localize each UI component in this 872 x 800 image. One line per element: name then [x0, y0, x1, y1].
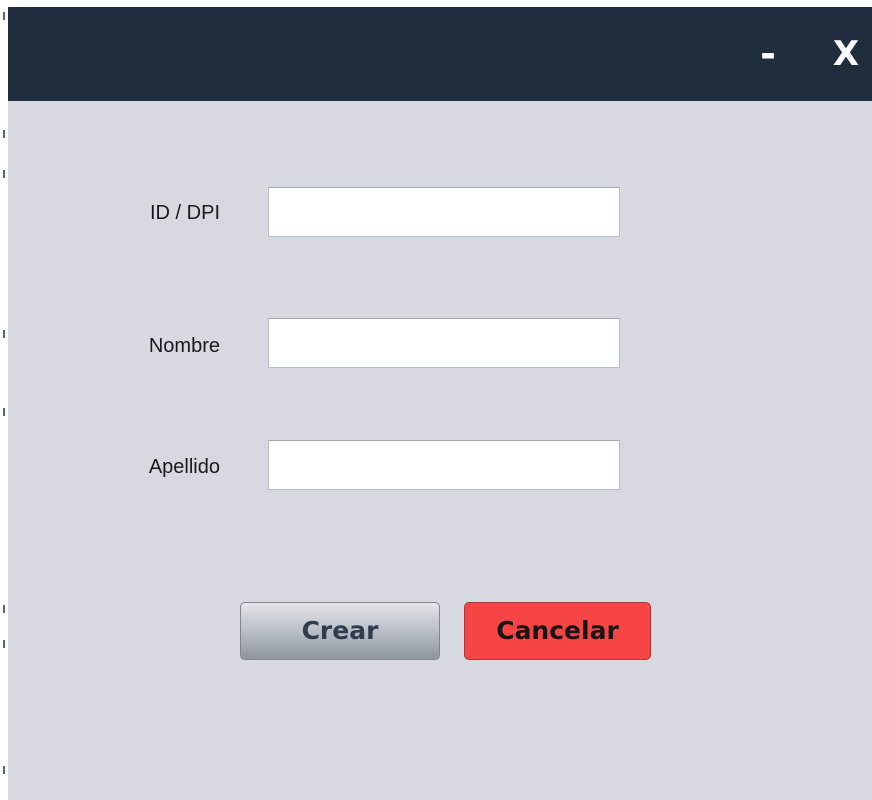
dialog-window: - X ID / DPI Nombre Apellido Crear Cance…: [8, 7, 872, 800]
id-dpi-label: ID / DPI: [149, 202, 220, 224]
id-dpi-input[interactable]: [268, 187, 620, 237]
edge-artifact: [3, 766, 5, 774]
edge-artifact: [3, 12, 5, 20]
edge-artifact: [3, 170, 5, 178]
minimize-button[interactable]: -: [756, 7, 780, 101]
cancelar-button[interactable]: Cancelar: [464, 602, 651, 660]
nombre-input[interactable]: [268, 318, 620, 368]
edge-artifact: [3, 605, 5, 613]
edge-artifact: [3, 640, 5, 648]
apellido-label: Apellido: [148, 456, 220, 478]
edge-artifact: [3, 330, 5, 338]
crear-button[interactable]: Crear: [240, 602, 440, 660]
close-button[interactable]: X: [828, 7, 864, 101]
edge-artifact: [3, 408, 5, 416]
title-bar[interactable]: - X: [8, 7, 872, 101]
apellido-input[interactable]: [268, 440, 620, 490]
nombre-label: Nombre: [148, 335, 220, 357]
edge-artifact: [3, 130, 5, 138]
